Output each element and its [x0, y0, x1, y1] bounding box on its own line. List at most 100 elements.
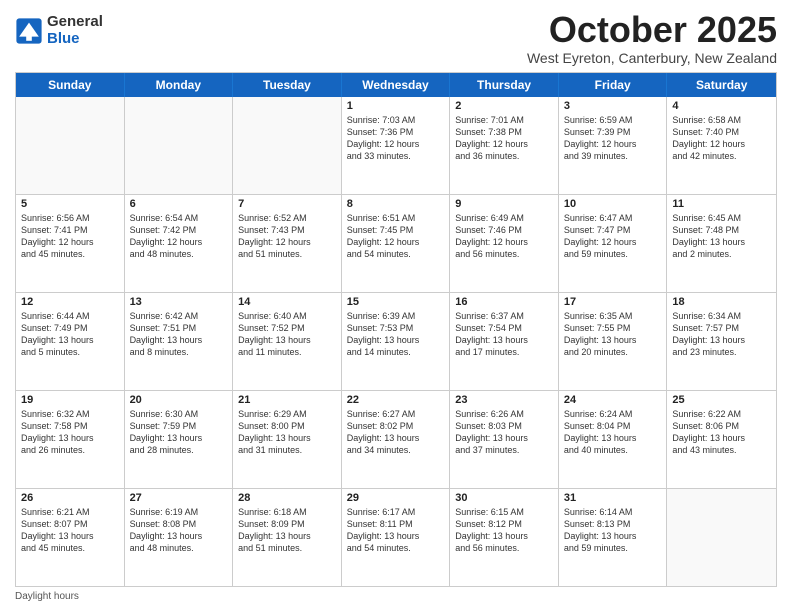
cal-cell: 6 Sunrise: 6:54 AM Sunset: 7:42 PM Daylig…: [125, 195, 234, 292]
day-number: 6: [130, 198, 228, 210]
day-number: 15: [347, 296, 445, 308]
cell-content: Sunrise: 6:51 AM Sunset: 7:45 PM Dayligh…: [347, 212, 445, 261]
cal-cell: 18Sunrise: 6:34 AM Sunset: 7:57 PM Dayli…: [667, 293, 776, 390]
day-number: 12: [21, 296, 119, 308]
cell-content: Sunrise: 6:37 AM Sunset: 7:54 PM Dayligh…: [455, 310, 553, 359]
cell-content: Sunrise: 6:14 AM Sunset: 8:13 PM Dayligh…: [564, 506, 662, 555]
page: General Blue October 2025 West Eyreton, …: [0, 0, 792, 612]
day-number: 7: [238, 198, 336, 210]
cell-content: Sunrise: 6:17 AM Sunset: 8:11 PM Dayligh…: [347, 506, 445, 555]
cal-cell: 26Sunrise: 6:21 AM Sunset: 8:07 PM Dayli…: [16, 489, 125, 586]
day-number: 24: [564, 394, 662, 406]
day-number: 31: [564, 492, 662, 504]
cal-cell: 20Sunrise: 6:30 AM Sunset: 7:59 PM Dayli…: [125, 391, 234, 488]
cal-cell: 29Sunrise: 6:17 AM Sunset: 8:11 PM Dayli…: [342, 489, 451, 586]
cal-cell: 8 Sunrise: 6:51 AM Sunset: 7:45 PM Daylig…: [342, 195, 451, 292]
cell-content: Sunrise: 6:32 AM Sunset: 7:58 PM Dayligh…: [21, 408, 119, 457]
cell-content: Sunrise: 6:22 AM Sunset: 8:06 PM Dayligh…: [672, 408, 771, 457]
day-number: 26: [21, 492, 119, 504]
cal-cell: 28Sunrise: 6:18 AM Sunset: 8:09 PM Dayli…: [233, 489, 342, 586]
cal-cell: 13Sunrise: 6:42 AM Sunset: 7:51 PM Dayli…: [125, 293, 234, 390]
day-number: 17: [564, 296, 662, 308]
cal-cell: 22Sunrise: 6:27 AM Sunset: 8:02 PM Dayli…: [342, 391, 451, 488]
cal-cell: 16Sunrise: 6:37 AM Sunset: 7:54 PM Dayli…: [450, 293, 559, 390]
cal-cell: 2Sunrise: 7:01 AM Sunset: 7:38 PM Daylig…: [450, 97, 559, 194]
cal-cell: 7 Sunrise: 6:52 AM Sunset: 7:43 PM Daylig…: [233, 195, 342, 292]
cell-content: Sunrise: 6:29 AM Sunset: 8:00 PM Dayligh…: [238, 408, 336, 457]
calendar: SundayMondayTuesdayWednesdayThursdayFrid…: [15, 72, 777, 587]
cal-header-tuesday: Tuesday: [233, 73, 342, 97]
cal-header-sunday: Sunday: [16, 73, 125, 97]
cal-cell: [125, 97, 234, 194]
day-number: 27: [130, 492, 228, 504]
cal-header-monday: Monday: [125, 73, 234, 97]
logo: General Blue: [15, 14, 103, 47]
cal-cell: [16, 97, 125, 194]
cal-cell: 15 Sunrise: 6:39 AM Sunset: 7:53 PM Dayli…: [342, 293, 451, 390]
day-number: 25: [672, 394, 771, 406]
day-number: 14: [238, 296, 336, 308]
day-number: 5: [21, 198, 119, 210]
cell-content: Sunrise: 6:44 AM Sunset: 7:49 PM Dayligh…: [21, 310, 119, 359]
cell-content: Sunrise: 6:18 AM Sunset: 8:09 PM Dayligh…: [238, 506, 336, 555]
cell-content: Sunrise: 6:26 AM Sunset: 8:03 PM Dayligh…: [455, 408, 553, 457]
cal-row-3: 12 Sunrise: 6:44 AM Sunset: 7:49 PM Dayli…: [16, 292, 776, 390]
calendar-body: 1Sunrise: 7:03 AM Sunset: 7:36 PM Daylig…: [16, 97, 776, 586]
day-number: 10: [564, 198, 662, 210]
cal-header-saturday: Saturday: [667, 73, 776, 97]
cell-content: Sunrise: 6:15 AM Sunset: 8:12 PM Dayligh…: [455, 506, 553, 555]
logo-icon: [15, 17, 43, 45]
cell-content: Sunrise: 6:54 AM Sunset: 7:42 PM Dayligh…: [130, 212, 228, 261]
cal-cell: 4Sunrise: 6:58 AM Sunset: 7:40 PM Daylig…: [667, 97, 776, 194]
day-number: 18: [672, 296, 771, 308]
day-number: 4: [672, 100, 771, 112]
day-number: 1: [347, 100, 445, 112]
cal-cell: 1Sunrise: 7:03 AM Sunset: 7:36 PM Daylig…: [342, 97, 451, 194]
cal-cell: 23 Sunrise: 6:26 AM Sunset: 8:03 PM Dayli…: [450, 391, 559, 488]
cell-content: Sunrise: 6:49 AM Sunset: 7:46 PM Dayligh…: [455, 212, 553, 261]
cal-cell: 9 Sunrise: 6:49 AM Sunset: 7:46 PM Daylig…: [450, 195, 559, 292]
cell-content: Sunrise: 6:52 AM Sunset: 7:43 PM Dayligh…: [238, 212, 336, 261]
day-number: 3: [564, 100, 662, 112]
cal-cell: 21 Sunrise: 6:29 AM Sunset: 8:00 PM Dayli…: [233, 391, 342, 488]
day-number: 20: [130, 394, 228, 406]
cal-row-1: 1Sunrise: 7:03 AM Sunset: 7:36 PM Daylig…: [16, 97, 776, 194]
day-number: 30: [455, 492, 553, 504]
month-title: October 2025: [527, 10, 777, 50]
cal-cell: 14Sunrise: 6:40 AM Sunset: 7:52 PM Dayli…: [233, 293, 342, 390]
cal-cell: 19 Sunrise: 6:32 AM Sunset: 7:58 PM Dayli…: [16, 391, 125, 488]
day-number: 9: [455, 198, 553, 210]
location: West Eyreton, Canterbury, New Zealand: [527, 50, 777, 66]
calendar-header: SundayMondayTuesdayWednesdayThursdayFrid…: [16, 73, 776, 97]
day-number: 8: [347, 198, 445, 210]
logo-blue: Blue: [47, 31, 103, 48]
day-number: 11: [672, 198, 771, 210]
cal-cell: 5 Sunrise: 6:56 AM Sunset: 7:41 PM Daylig…: [16, 195, 125, 292]
cal-cell: 30 Sunrise: 6:15 AM Sunset: 8:12 PM Dayli…: [450, 489, 559, 586]
cal-header-friday: Friday: [559, 73, 668, 97]
cal-header-thursday: Thursday: [450, 73, 559, 97]
cal-cell: 17 Sunrise: 6:35 AM Sunset: 7:55 PM Dayli…: [559, 293, 668, 390]
cal-cell: 3Sunrise: 6:59 AM Sunset: 7:39 PM Daylig…: [559, 97, 668, 194]
cal-cell: 11 Sunrise: 6:45 AM Sunset: 7:48 PM Dayli…: [667, 195, 776, 292]
cell-content: Sunrise: 7:01 AM Sunset: 7:38 PM Dayligh…: [455, 114, 553, 163]
day-number: 19: [21, 394, 119, 406]
cell-content: Sunrise: 6:45 AM Sunset: 7:48 PM Dayligh…: [672, 212, 771, 261]
cell-content: Sunrise: 6:56 AM Sunset: 7:41 PM Dayligh…: [21, 212, 119, 261]
cal-header-wednesday: Wednesday: [342, 73, 451, 97]
cell-content: Sunrise: 6:42 AM Sunset: 7:51 PM Dayligh…: [130, 310, 228, 359]
cell-content: Sunrise: 6:27 AM Sunset: 8:02 PM Dayligh…: [347, 408, 445, 457]
header: General Blue October 2025 West Eyreton, …: [15, 10, 777, 66]
cal-cell: 27 Sunrise: 6:19 AM Sunset: 8:08 PM Dayli…: [125, 489, 234, 586]
cell-content: Sunrise: 6:47 AM Sunset: 7:47 PM Dayligh…: [564, 212, 662, 261]
title-block: October 2025 West Eyreton, Canterbury, N…: [527, 10, 777, 66]
cell-content: Sunrise: 6:19 AM Sunset: 8:08 PM Dayligh…: [130, 506, 228, 555]
cal-cell: 25 Sunrise: 6:22 AM Sunset: 8:06 PM Dayli…: [667, 391, 776, 488]
day-number: 21: [238, 394, 336, 406]
cell-content: Sunrise: 6:39 AM Sunset: 7:53 PM Dayligh…: [347, 310, 445, 359]
cal-row-2: 5 Sunrise: 6:56 AM Sunset: 7:41 PM Daylig…: [16, 194, 776, 292]
cal-cell: [233, 97, 342, 194]
cell-content: Sunrise: 6:35 AM Sunset: 7:55 PM Dayligh…: [564, 310, 662, 359]
day-number: 23: [455, 394, 553, 406]
cal-row-5: 26Sunrise: 6:21 AM Sunset: 8:07 PM Dayli…: [16, 488, 776, 586]
